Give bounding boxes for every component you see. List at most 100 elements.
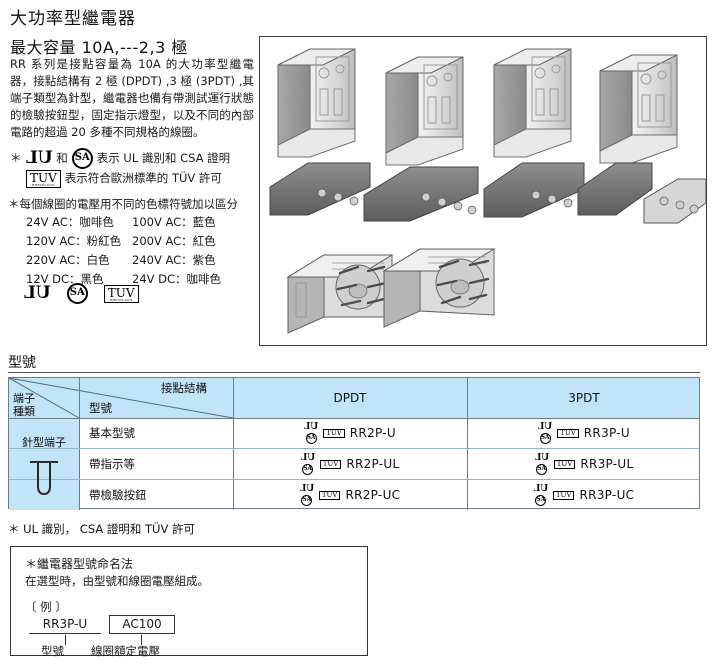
model-name: RR2P-U bbox=[349, 426, 396, 440]
pin-terminal-icon bbox=[30, 461, 58, 496]
ul-icon: UL bbox=[537, 421, 553, 432]
relay-unit bbox=[577, 54, 706, 224]
ul-icon: UL bbox=[24, 283, 51, 303]
table-cell-3pdt: UL SA TUV RR3P-U bbox=[467, 418, 701, 448]
ul-csa-mark-group: UL SA bbox=[300, 452, 315, 475]
relay-unit bbox=[483, 48, 585, 218]
tuv-icon: TUV bbox=[318, 490, 341, 500]
ul-icon: UL bbox=[303, 421, 319, 432]
header-terminal-kind-line1: 端子 bbox=[13, 392, 35, 405]
models-section-title: 型號 bbox=[8, 355, 36, 371]
table-row-label: 基本型號 bbox=[89, 426, 135, 440]
tuv-icon: TUV RHEINLAND bbox=[26, 169, 61, 188]
table-cell-3pdt: UL SA TUV RR3P-UC bbox=[467, 480, 701, 510]
coil-color-right: 200V AC：紅色 bbox=[132, 234, 216, 248]
ul-icon: UL bbox=[25, 148, 53, 168]
relay-unit-pins bbox=[382, 248, 496, 328]
cert-note-line-1: ＊ UL 和 SA 表示 UL 識別和 CSA 證明 bbox=[10, 148, 260, 169]
table-column-divider bbox=[79, 378, 80, 510]
cert-note-text-2: 表示符合歐洲標準的 TÜV 許可 bbox=[64, 171, 222, 185]
coil-color-left: 24V AC：咖啡色 bbox=[26, 215, 114, 229]
table-cell-dpdt: UL SA TUV RR2P-UC bbox=[233, 480, 467, 510]
naming-convention-box: ＊繼電器型號命名法 在選型時，由型號和線圈電壓組成。 〔 例 〕 RR3P-U … bbox=[10, 546, 368, 658]
naming-label-model: 型號 bbox=[41, 644, 64, 658]
coil-color-table: 24V AC：咖啡色 100V AC：藍色 120V AC：粉紅色 200V A… bbox=[26, 213, 258, 289]
csa-icon: SA bbox=[71, 148, 93, 169]
naming-voltage-value: AC100 bbox=[109, 615, 175, 634]
csa-icon: SA bbox=[301, 494, 313, 506]
tuv-icon-sublabel: RHEINLAND bbox=[109, 297, 133, 302]
ul-csa-mark-group: UL SA bbox=[537, 421, 553, 444]
ul-icon: UL bbox=[533, 483, 548, 494]
terminal-type-label: 針型端子 bbox=[22, 436, 66, 449]
certification-marks-row: UL SA TUV RHEINLAND bbox=[24, 283, 139, 304]
ul-csa-mark-group: UL SA bbox=[533, 483, 548, 506]
coil-color-right: 240V AC：紫色 bbox=[132, 253, 216, 267]
naming-example-label: 〔 例 〕 bbox=[25, 600, 67, 614]
relay-unit bbox=[363, 56, 479, 222]
tuv-icon-sublabel: RHEINLAND bbox=[32, 182, 55, 187]
table-cell-dpdt: UL SA TUV RR2P-U bbox=[233, 418, 467, 448]
coil-color-row: 120V AC：粉紅色 200V AC：紅色 bbox=[26, 232, 258, 251]
relay-photo-top-row bbox=[269, 48, 706, 224]
csa-icon: SA bbox=[305, 432, 317, 444]
models-table: 端子 種類 接點結構 型號 DPDT 3PDT 針型端子 基本型號 UL SA bbox=[8, 377, 701, 510]
intro-paragraph: RR 系列是接點容量為 10A 的大功率型繼電器，接點結構有 2 極 (DPDT… bbox=[10, 57, 254, 139]
asterisk-prefix: ＊ bbox=[10, 151, 22, 165]
cert-note-conjunction: 和 bbox=[56, 151, 68, 165]
tuv-icon: TUV bbox=[553, 459, 576, 469]
model-name: RR3P-UC bbox=[579, 488, 635, 502]
header-model-no: 型號 bbox=[89, 401, 112, 415]
datasheet-page: 大功率型繼電器 最大容量 10A,---2,3 極 RR 系列是接點容量為 10… bbox=[0, 0, 713, 666]
relay-unit bbox=[269, 48, 371, 216]
csa-icon: SA bbox=[302, 463, 314, 475]
ul-csa-mark-group: UL SA bbox=[534, 452, 549, 475]
tuv-icon: TUV bbox=[319, 459, 342, 469]
ul-csa-mark-group: UL SA bbox=[303, 421, 319, 444]
model-name: RR3P-U bbox=[583, 426, 630, 440]
coil-color-row: 220V AC：白色 240V AC：紫色 bbox=[26, 251, 258, 270]
relay-photo-bottom-row bbox=[286, 248, 496, 334]
csa-icon: SA bbox=[536, 463, 548, 475]
ul-icon: UL bbox=[300, 452, 315, 463]
csa-icon: SA bbox=[539, 432, 551, 444]
tuv-icon: TUV bbox=[552, 490, 575, 500]
header-terminal-kind: 端子 種類 bbox=[13, 392, 35, 418]
coil-color-right: 24V DC：咖啡色 bbox=[132, 272, 222, 286]
coil-color-left: 220V AC：白色 bbox=[26, 253, 110, 267]
csa-icon: SA bbox=[66, 283, 88, 304]
naming-label-voltage: 線圈額定電壓 bbox=[91, 644, 160, 658]
section-divider bbox=[8, 372, 700, 373]
tuv-icon: TUV bbox=[557, 428, 579, 438]
coil-color-left: 120V AC：粉紅色 bbox=[26, 234, 122, 248]
coil-color-row: 24V AC：咖啡色 100V AC：藍色 bbox=[26, 213, 258, 232]
product-photo-panel bbox=[259, 36, 707, 346]
ul-csa-mark-group: UL SA bbox=[300, 484, 314, 506]
header-column-3pdt: 3PDT bbox=[568, 391, 600, 405]
coil-color-right: 100V AC：藍色 bbox=[132, 215, 216, 229]
ul-icon: UL bbox=[534, 452, 549, 463]
model-name: RR3P-UL bbox=[580, 457, 634, 471]
header-contact-structure: 接點結構 bbox=[161, 381, 207, 395]
tuv-icon: TUV bbox=[323, 428, 345, 438]
header-column-dpdt: DPDT bbox=[333, 391, 367, 405]
page-title: 大功率型繼電器 bbox=[10, 9, 136, 29]
naming-model-value: RR3P-U bbox=[29, 617, 101, 634]
tuv-icon: TUV RHEINLAND bbox=[103, 284, 139, 303]
cert-note-line-2: TUV RHEINLAND 表示符合歐洲標準的 TÜV 許可 bbox=[10, 169, 260, 188]
header-terminal-kind-line2: 種類 bbox=[13, 405, 35, 418]
terminal-type-cell: 針型端子 bbox=[9, 418, 79, 510]
table-cell-dpdt: UL SA TUV RR2P-UL bbox=[233, 449, 467, 479]
table-row-label: 帶檢驗按鈕 bbox=[89, 488, 147, 502]
csa-icon: SA bbox=[535, 494, 547, 506]
table-cell-3pdt: UL SA TUV RR3P-UL bbox=[467, 449, 701, 479]
model-name: RR2P-UL bbox=[346, 457, 400, 471]
naming-subtitle: 在選型時，由型號和線圈電壓組成。 bbox=[25, 574, 209, 588]
relay-unit-pins bbox=[286, 254, 394, 334]
certification-notes: ＊ UL 和 SA 表示 UL 識別和 CSA 證明 TUV RHEINLAND… bbox=[10, 148, 260, 188]
cert-note-text-1: 表示 UL 識別和 CSA 證明 bbox=[96, 151, 231, 165]
coil-color-heading: ＊每個線圈的電壓用不同的色標符號加以區分 bbox=[8, 197, 238, 211]
table-footnote: ＊ UL 識別， CSA 證明和 TÜV 許可 bbox=[8, 522, 195, 536]
table-row-label: 帶指示等 bbox=[89, 457, 135, 471]
naming-title: ＊繼電器型號命名法 bbox=[25, 557, 134, 571]
